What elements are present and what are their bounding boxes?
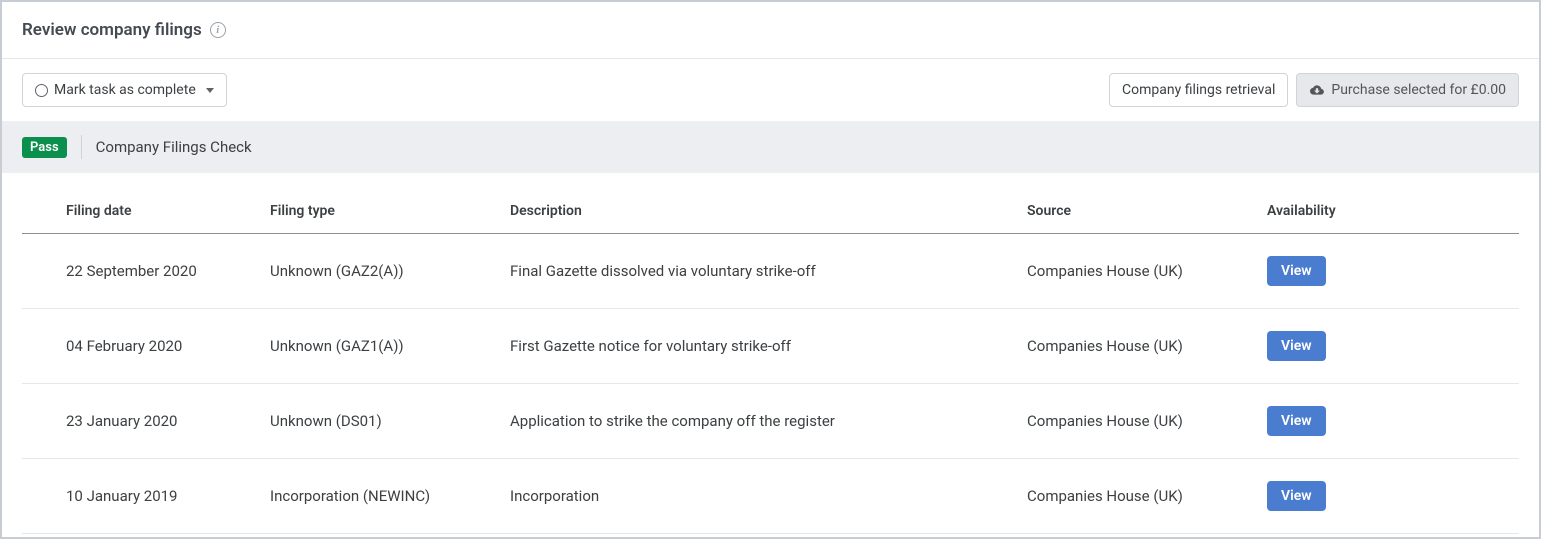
- cell-description: Incorporation: [502, 459, 1019, 534]
- view-button[interactable]: View: [1267, 481, 1326, 511]
- view-button[interactable]: View: [1267, 331, 1326, 361]
- filings-retrieval-label: Company filings retrieval: [1122, 82, 1275, 98]
- col-header-description: Description: [502, 193, 1019, 234]
- table-header-row: Filing date Filing type Description Sour…: [22, 193, 1519, 234]
- cell-description: First Gazette notice for voluntary strik…: [502, 309, 1019, 384]
- info-icon[interactable]: i: [210, 22, 226, 38]
- cell-filing-date: 22 September 2020: [22, 234, 262, 309]
- view-button[interactable]: View: [1267, 406, 1326, 436]
- cell-source: Companies House (UK): [1019, 309, 1259, 384]
- filings-table: Filing date Filing type Description Sour…: [22, 193, 1519, 534]
- status-bar: Pass Company Filings Check: [2, 121, 1539, 173]
- cloud-download-icon: [1309, 83, 1325, 97]
- table-row: 23 January 2020Unknown (DS01)Application…: [22, 384, 1519, 459]
- cell-filing-type: Incorporation (NEWINC): [262, 459, 502, 534]
- cell-description: Application to strike the company off th…: [502, 384, 1019, 459]
- table-row: 04 February 2020Unknown (GAZ1(A))First G…: [22, 309, 1519, 384]
- purchase-selected-button[interactable]: Purchase selected for £0.00: [1296, 73, 1519, 107]
- page-header: Review company filings i: [2, 2, 1539, 59]
- cell-source: Companies House (UK): [1019, 384, 1259, 459]
- divider: [81, 135, 82, 159]
- cell-filing-type: Unknown (GAZ1(A)): [262, 309, 502, 384]
- cell-source: Companies House (UK): [1019, 234, 1259, 309]
- table-row: 10 January 2019Incorporation (NEWINC)Inc…: [22, 459, 1519, 534]
- cell-availability: View: [1259, 234, 1519, 309]
- cell-availability: View: [1259, 384, 1519, 459]
- view-button[interactable]: View: [1267, 256, 1326, 286]
- status-text: Company Filings Check: [96, 138, 252, 156]
- cell-filing-type: Unknown (DS01): [262, 384, 502, 459]
- cell-filing-type: Unknown (GAZ2(A)): [262, 234, 502, 309]
- col-header-filing-type: Filing type: [262, 193, 502, 234]
- toolbar-left: Mark task as complete: [22, 73, 227, 107]
- col-header-source: Source: [1019, 193, 1259, 234]
- col-header-availability: Availability: [1259, 193, 1519, 234]
- cell-filing-date: 10 January 2019: [22, 459, 262, 534]
- cell-filing-date: 23 January 2020: [22, 384, 262, 459]
- cell-source: Companies House (UK): [1019, 459, 1259, 534]
- cell-description: Final Gazette dissolved via voluntary st…: [502, 234, 1019, 309]
- toolbar: Mark task as complete Company filings re…: [2, 59, 1539, 121]
- filings-retrieval-button[interactable]: Company filings retrieval: [1109, 73, 1288, 107]
- table-row: 22 September 2020Unknown (GAZ2(A))Final …: [22, 234, 1519, 309]
- status-badge: Pass: [22, 137, 67, 158]
- toolbar-right: Company filings retrieval Purchase selec…: [1109, 73, 1519, 107]
- mark-complete-label: Mark task as complete: [54, 82, 196, 98]
- radio-icon: [35, 84, 48, 97]
- cell-filing-date: 04 February 2020: [22, 309, 262, 384]
- cell-availability: View: [1259, 459, 1519, 534]
- cell-availability: View: [1259, 309, 1519, 384]
- purchase-selected-label: Purchase selected for £0.00: [1331, 82, 1506, 98]
- mark-complete-button[interactable]: Mark task as complete: [22, 73, 227, 107]
- page-title: Review company filings: [22, 20, 202, 40]
- col-header-filing-date: Filing date: [22, 193, 262, 234]
- table-container: Filing date Filing type Description Sour…: [2, 193, 1539, 534]
